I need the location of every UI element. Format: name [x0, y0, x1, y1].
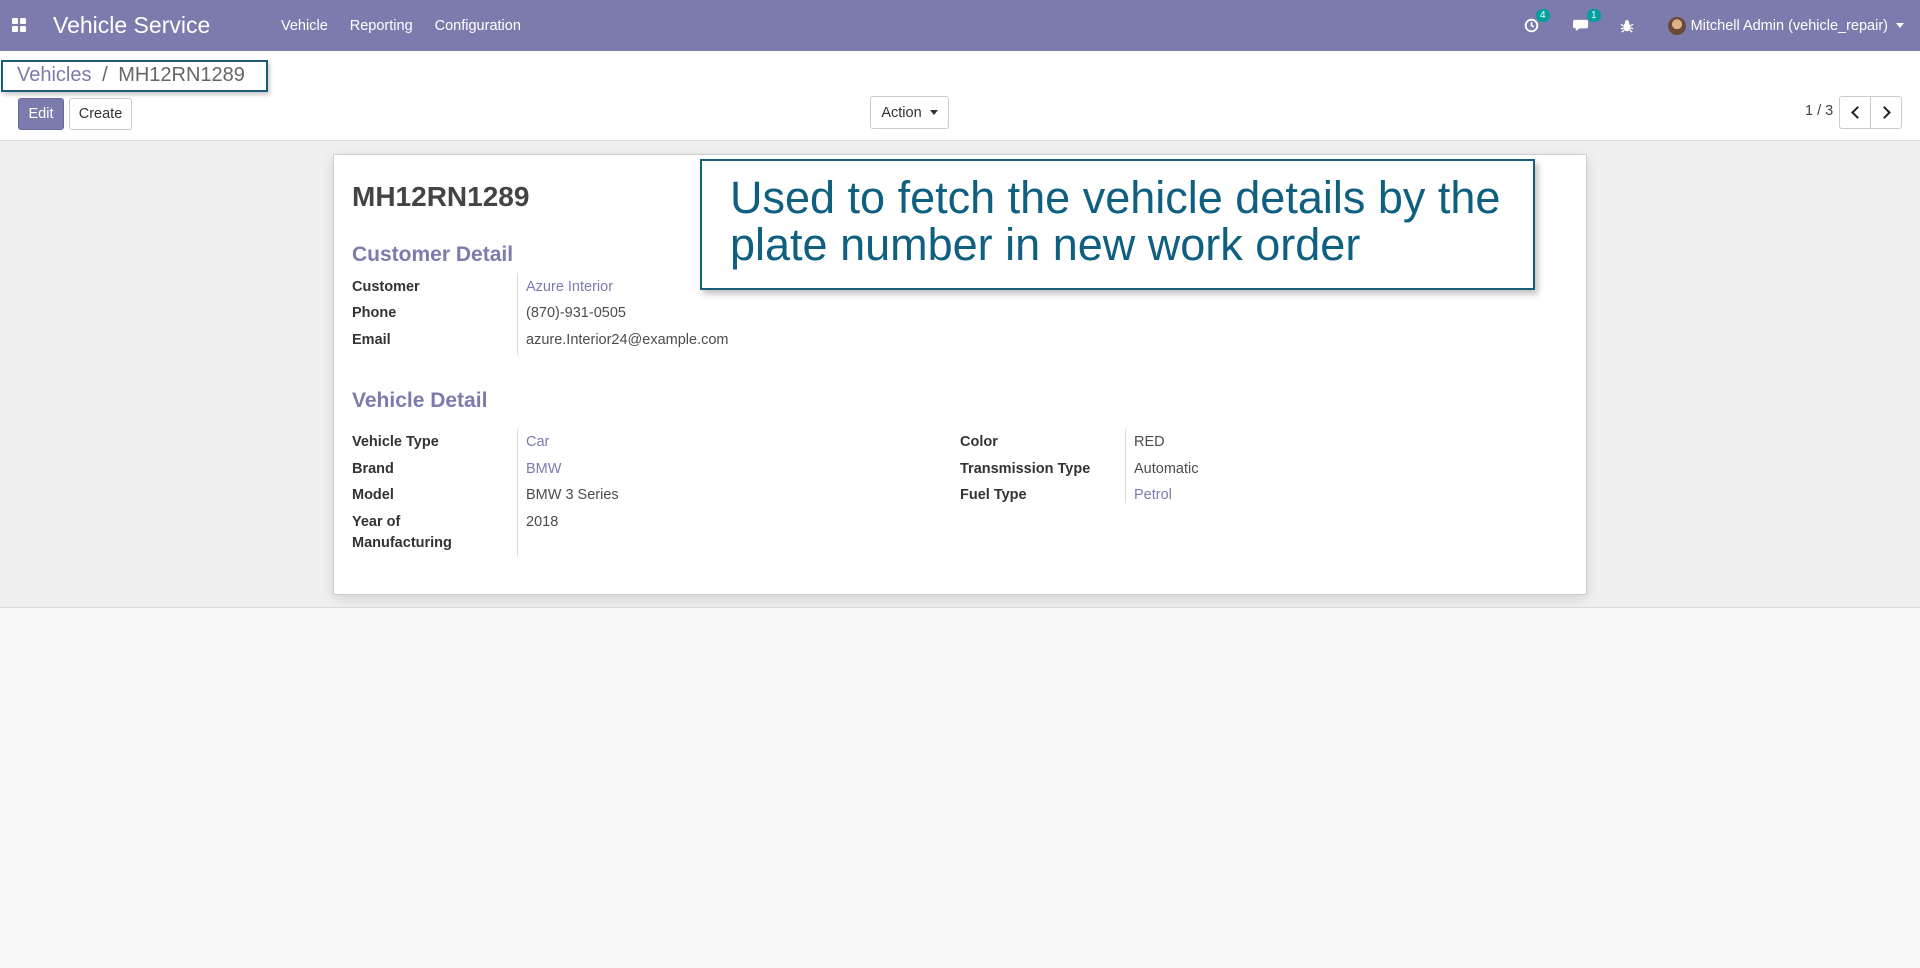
- vehicle-detail-heading: Vehicle Detail: [352, 389, 488, 412]
- chevron-right-icon: [1877, 106, 1891, 119]
- activity-menu[interactable]: 4: [1524, 9, 1550, 33]
- field-divider: [1125, 429, 1126, 503]
- user-name: Mitchell Admin (vehicle_repair): [1690, 17, 1888, 34]
- annotation-callout: Used to fetch the vehicle details by the…: [700, 159, 1535, 290]
- model-label: Model: [352, 487, 394, 503]
- phone-value: (870)-931-0505: [526, 305, 626, 321]
- menu-item-reporting[interactable]: Reporting: [339, 18, 424, 34]
- vehicle-type-label: Vehicle Type: [352, 434, 439, 450]
- chevron-down-icon: [929, 110, 938, 115]
- breadcrumb: Vehicles / MH12RN1289: [17, 64, 245, 87]
- brand-value[interactable]: BMW: [526, 459, 561, 480]
- customer-detail-heading: Customer Detail: [352, 243, 514, 266]
- color-value: RED: [1134, 434, 1165, 450]
- activity-badge: 4: [1536, 9, 1550, 22]
- model-value: BMW 3 Series: [526, 487, 619, 503]
- main-menu: Vehicle Reporting Configuration: [270, 0, 532, 51]
- messages-badge: 1: [1587, 9, 1601, 22]
- pager-previous-button[interactable]: [1839, 96, 1871, 129]
- chevron-down-icon: [1896, 23, 1904, 28]
- annotation-text: Used to fetch the vehicle details by the…: [730, 172, 1501, 270]
- fuel-type-value[interactable]: Petrol: [1134, 485, 1172, 506]
- user-menu[interactable]: Mitchell Admin (vehicle_repair): [1667, 16, 1904, 35]
- vehicle-type-value[interactable]: Car: [526, 432, 549, 453]
- menu-item-vehicle[interactable]: Vehicle: [270, 18, 339, 34]
- transmission-type-label: Transmission Type: [960, 461, 1091, 477]
- debug-menu[interactable]: [1620, 19, 1634, 33]
- edit-button[interactable]: Edit: [18, 98, 64, 130]
- apps-grid-icon[interactable]: [12, 18, 26, 32]
- field-divider: [517, 273, 518, 355]
- record-title: MH12RN1289: [352, 181, 530, 212]
- menu-item-configuration[interactable]: Configuration: [424, 18, 532, 34]
- chat-icon: [1572, 19, 1588, 32]
- email-label: Email: [352, 332, 391, 348]
- systray: 4 1 Mitchell Admin (vehicle_repair): [1502, 0, 1904, 51]
- top-navbar: Vehicle Service Vehicle Reporting Config…: [0, 0, 1920, 51]
- avatar: [1667, 16, 1686, 35]
- action-dropdown[interactable]: Action: [870, 96, 949, 129]
- control-panel: Vehicles / MH12RN1289 Edit Create Action…: [0, 51, 1920, 141]
- breadcrumb-separator: /: [102, 64, 108, 86]
- chevron-left-icon: [1850, 106, 1864, 119]
- messages-menu[interactable]: 1: [1572, 9, 1601, 33]
- transmission-type-value: Automatic: [1134, 461, 1199, 477]
- customer-label: Customer: [352, 279, 420, 295]
- color-label: Color: [960, 434, 998, 450]
- fuel-type-label: Fuel Type: [960, 487, 1027, 503]
- action-label: Action: [881, 104, 922, 121]
- clock-icon: [1524, 18, 1538, 33]
- bug-icon: [1620, 19, 1634, 33]
- pager-next-button[interactable]: [1870, 96, 1902, 129]
- year-value: 2018: [526, 514, 559, 530]
- phone-label: Phone: [352, 305, 397, 321]
- field-divider: [517, 429, 518, 556]
- year-label: Year of Manufacturing: [352, 514, 452, 551]
- create-button[interactable]: Create: [69, 98, 132, 130]
- email-value: azure.Interior24@example.com: [526, 332, 729, 348]
- breadcrumb-current: MH12RN1289: [118, 64, 245, 86]
- app-brand[interactable]: Vehicle Service: [53, 12, 210, 39]
- breadcrumb-vehicles-link[interactable]: Vehicles: [17, 64, 92, 86]
- brand-label: Brand: [352, 461, 394, 477]
- customer-value[interactable]: Azure Interior: [526, 277, 613, 298]
- pager-value[interactable]: 1 / 3: [1805, 103, 1833, 119]
